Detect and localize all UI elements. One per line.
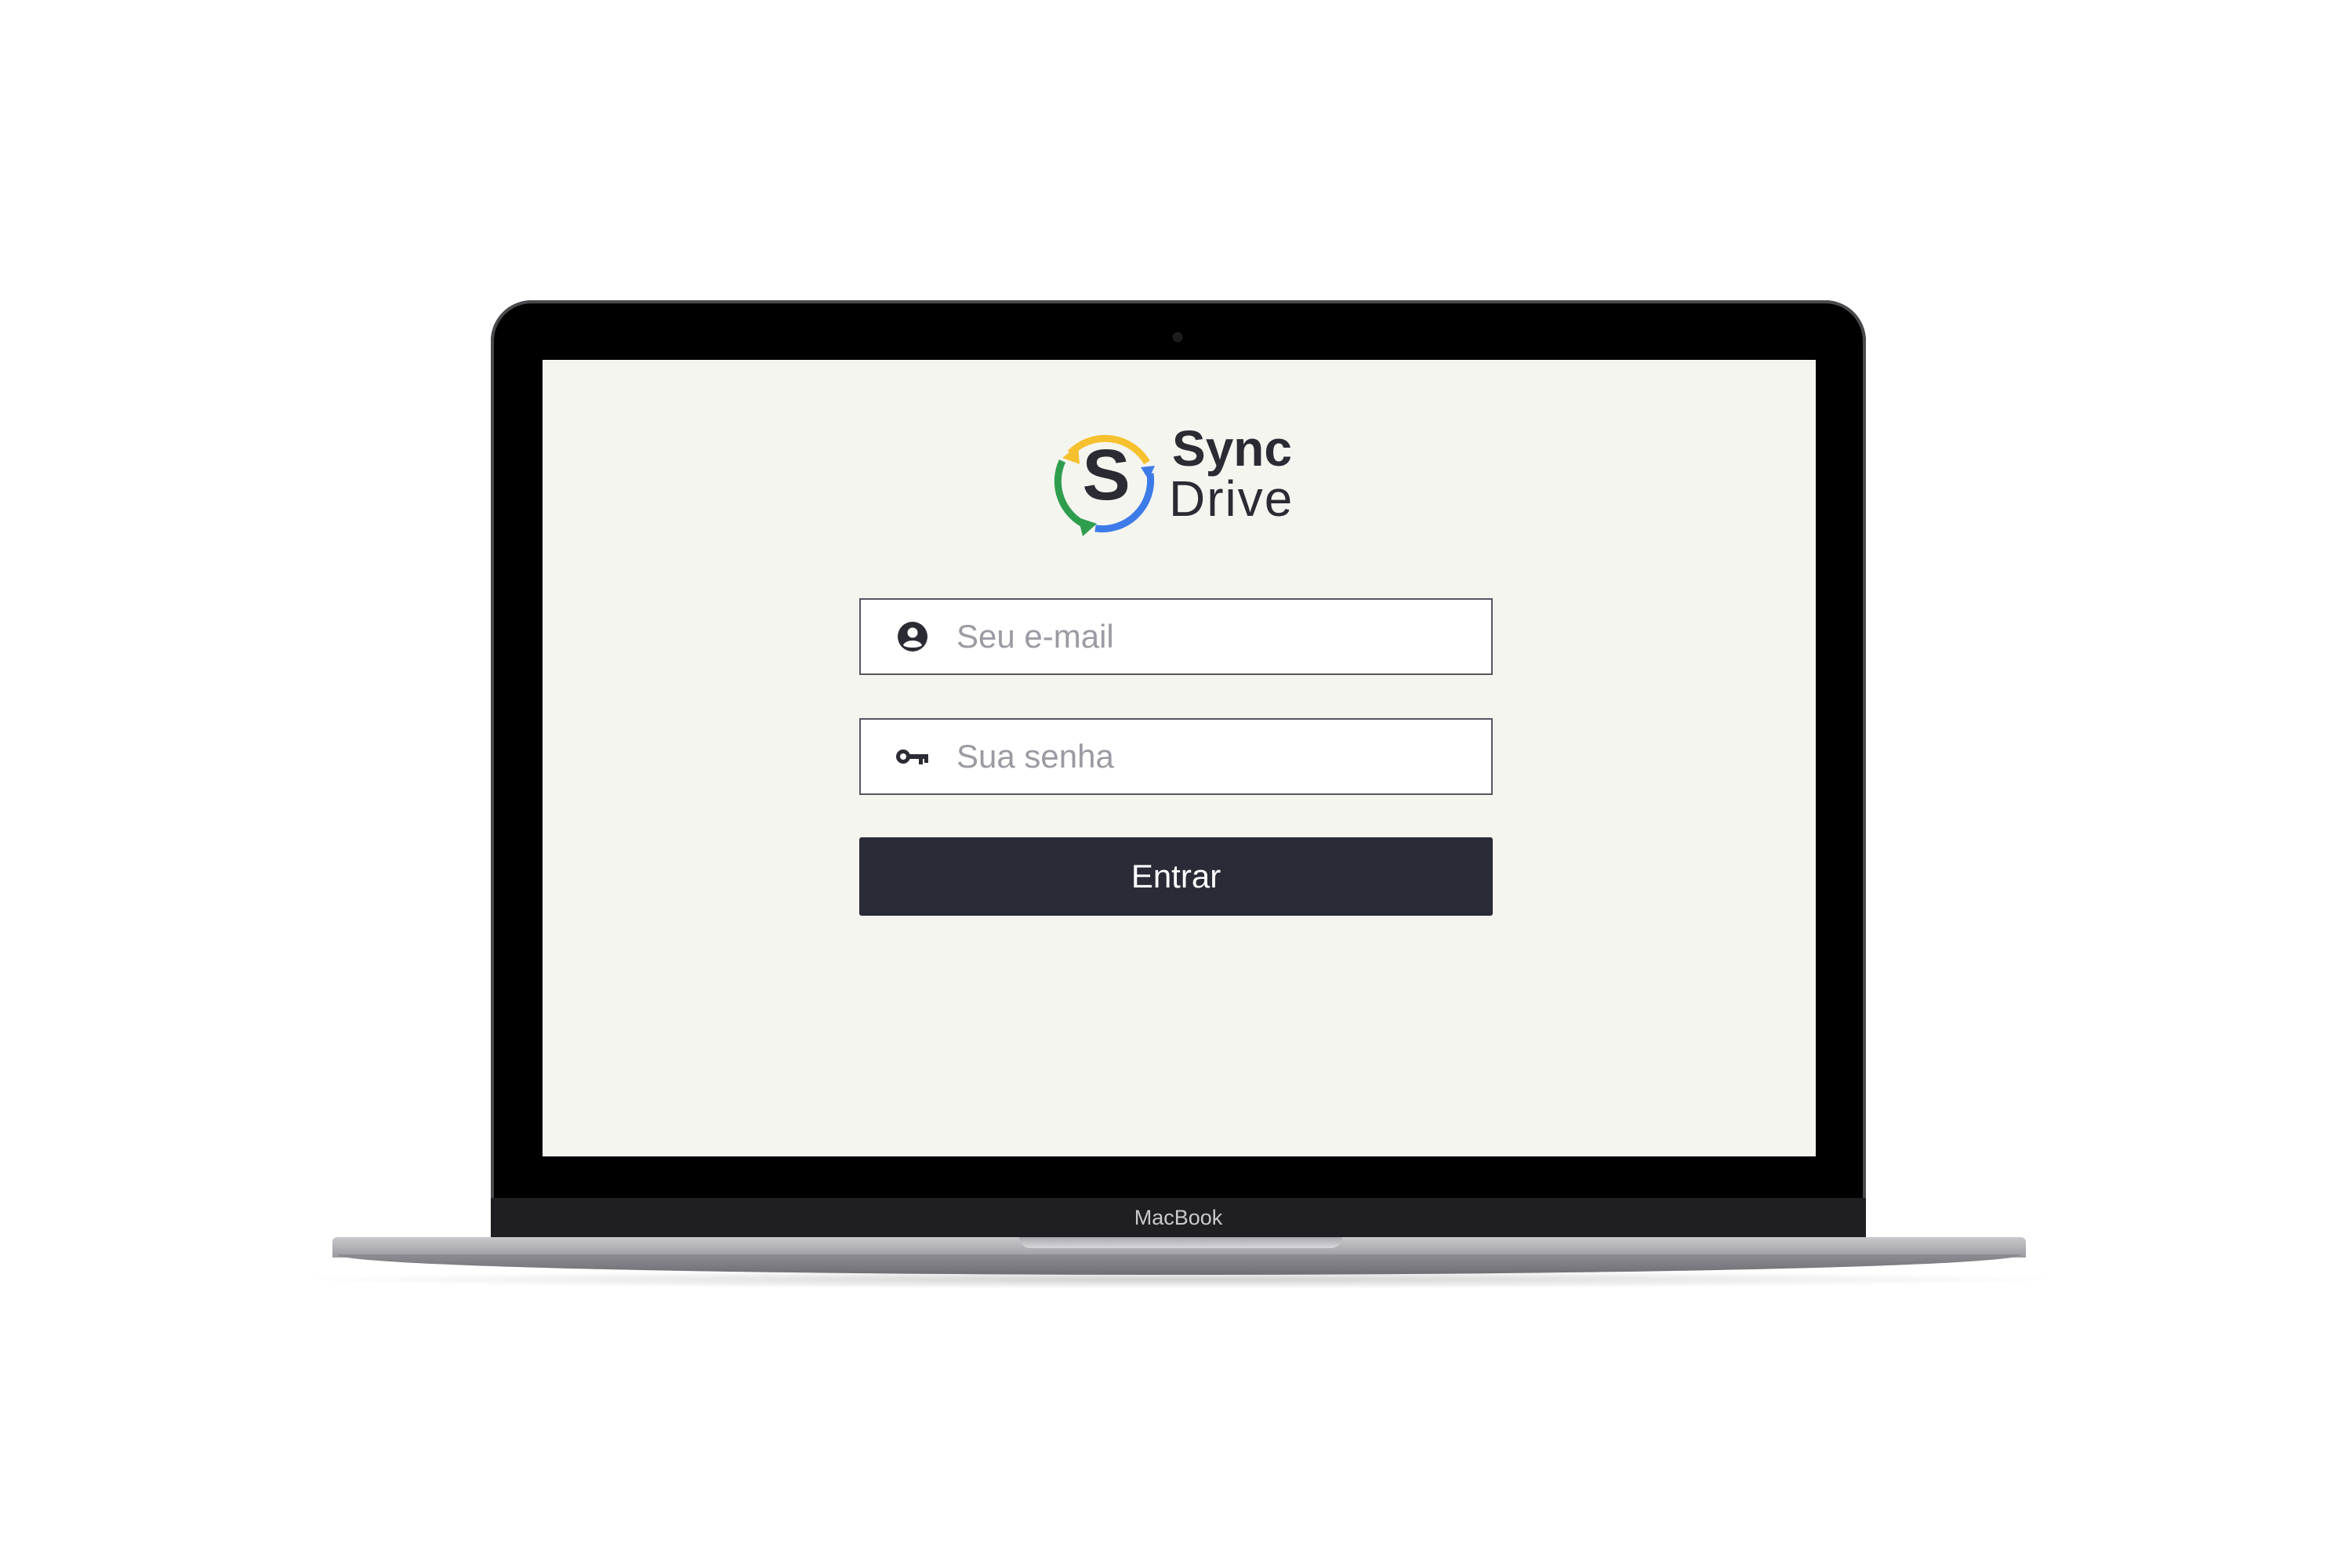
email-field[interactable] [859,598,1493,675]
password-input[interactable] [955,719,1491,794]
logo-drive-text: Drive [1169,470,1294,527]
logo-sync-text: Sync [1172,420,1292,477]
user-circle-icon [895,619,930,654]
device-label: MacBook [1134,1206,1223,1229]
laptop-chin: MacBook [491,1198,1866,1241]
login-screen: S Sync Drive Entrar [543,360,1816,1156]
login-button[interactable]: Entrar [859,837,1493,916]
email-input[interactable] [955,599,1491,674]
laptop-notch [1019,1237,1342,1248]
key-icon [895,739,930,774]
password-field[interactable] [859,718,1493,795]
camera-icon [1173,332,1182,342]
logo-letter: S [1082,435,1131,515]
syncdrive-logo: S Sync Drive [1047,420,1313,536]
